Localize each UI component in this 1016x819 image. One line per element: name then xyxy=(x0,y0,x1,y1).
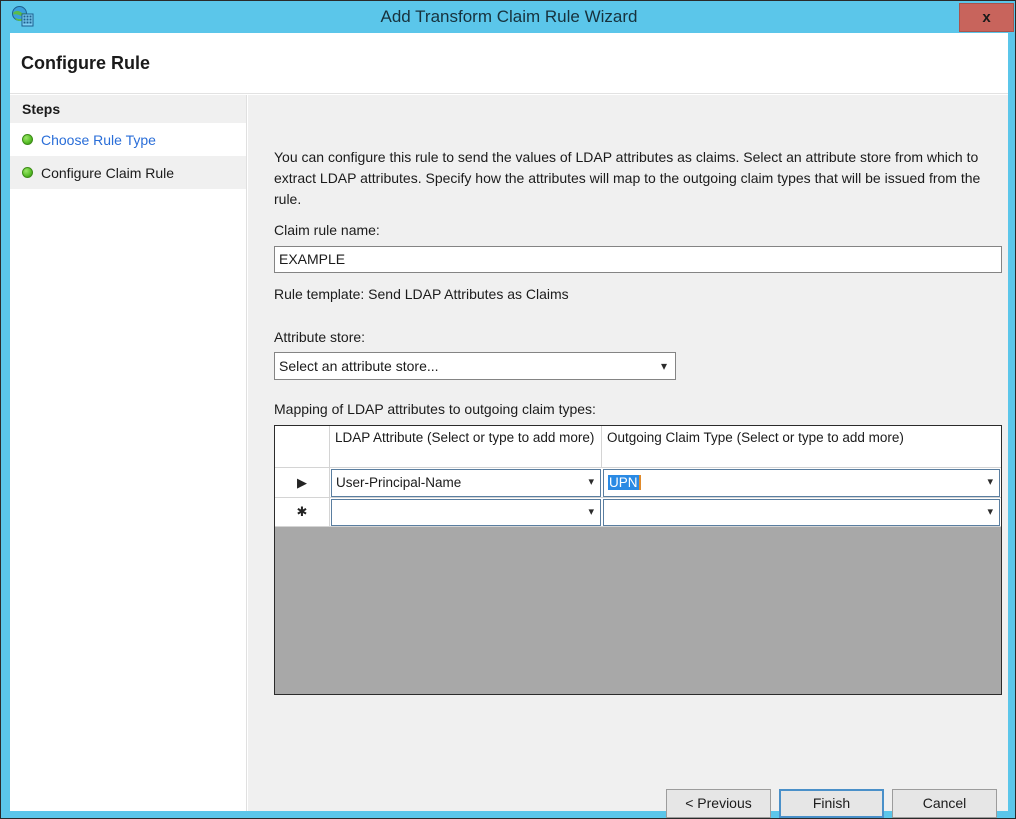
title-bar: Add Transform Claim Rule Wizard x xyxy=(1,1,1015,33)
window-title: Add Transform Claim Rule Wizard xyxy=(380,7,638,26)
outgoing-claim-type-select[interactable]: ▾ xyxy=(603,499,1000,526)
attribute-store-value: Select an attribute store... xyxy=(279,358,439,374)
main-panel: You can configure this rule to send the … xyxy=(248,95,1008,811)
grid-corner-cell xyxy=(275,426,330,468)
footer-buttons: < Previous Finish Cancel xyxy=(248,777,1008,818)
cell-ldap-attribute[interactable]: User-Principal-Name ▾ xyxy=(330,468,602,498)
claim-rule-name-label: Claim rule name: xyxy=(274,222,380,238)
table-row[interactable]: ✱ ▾ ▾ xyxy=(275,498,1001,527)
cell-outgoing-claim-type[interactable]: ▾ xyxy=(602,498,1001,527)
claim-rule-name-input[interactable]: EXAMPLE xyxy=(274,246,1002,273)
mapping-label: Mapping of LDAP attributes to outgoing c… xyxy=(274,401,596,417)
ldap-attribute-value: User-Principal-Name xyxy=(336,475,462,490)
column-header-outgoing-claim-type[interactable]: Outgoing Claim Type (Select or type to a… xyxy=(602,426,1001,468)
chevron-down-icon: ▾ xyxy=(987,476,993,488)
new-row-asterisk-icon: ✱ xyxy=(275,498,330,527)
sidebar-item-configure-claim-rule[interactable]: Configure Claim Rule xyxy=(10,156,246,189)
wizard-window: Add Transform Claim Rule Wizard x Config… xyxy=(0,0,1016,819)
cancel-button[interactable]: Cancel xyxy=(892,789,997,818)
attribute-store-label: Attribute store: xyxy=(274,329,366,345)
cell-ldap-attribute[interactable]: ▾ xyxy=(330,498,602,527)
table-row[interactable]: ▶ User-Principal-Name ▾ UPN ▾ xyxy=(275,468,1001,498)
client-area: Configure Rule Steps Choose Rule Type Co… xyxy=(10,33,1008,818)
finish-button[interactable]: Finish xyxy=(779,789,884,818)
sidebar-item-label: Configure Claim Rule xyxy=(41,164,175,181)
green-bullet-icon xyxy=(22,134,33,145)
sidebar-item-label: Choose Rule Type xyxy=(41,131,156,148)
steps-sidebar: Steps Choose Rule Type Configure Claim R… xyxy=(10,95,247,811)
cell-outgoing-claim-type[interactable]: UPN ▾ xyxy=(602,468,1001,498)
outgoing-claim-type-select[interactable]: UPN ▾ xyxy=(603,469,1000,497)
chevron-down-icon: ▾ xyxy=(588,506,594,518)
column-header-ldap-attribute[interactable]: LDAP Attribute (Select or type to add mo… xyxy=(330,426,602,468)
intro-text: You can configure this rule to send the … xyxy=(274,149,981,207)
chevron-down-icon: ▾ xyxy=(660,359,667,373)
ldap-attribute-select[interactable]: User-Principal-Name ▾ xyxy=(331,469,601,497)
current-row-arrow-icon: ▶ xyxy=(275,468,330,498)
page-title: Configure Rule xyxy=(21,53,150,73)
grid-header-row: LDAP Attribute (Select or type to add mo… xyxy=(275,426,1001,468)
close-button[interactable]: x xyxy=(959,3,1014,32)
outgoing-claim-type-value: UPN xyxy=(608,475,639,490)
steps-heading: Steps xyxy=(10,95,246,123)
ldap-attribute-select[interactable]: ▾ xyxy=(331,499,601,526)
sidebar-item-choose-rule-type[interactable]: Choose Rule Type xyxy=(10,123,246,156)
ldap-mapping-grid: LDAP Attribute (Select or type to add mo… xyxy=(274,425,1002,695)
chevron-down-icon: ▾ xyxy=(588,476,594,488)
rule-template-text: Rule template: Send LDAP Attributes as C… xyxy=(274,286,569,302)
page-header: Configure Rule xyxy=(10,33,1008,94)
previous-button[interactable]: < Previous xyxy=(666,789,771,818)
attribute-store-select[interactable]: Select an attribute store... ▾ xyxy=(274,352,676,380)
grid-empty-area xyxy=(275,527,1001,694)
green-bullet-icon xyxy=(22,167,33,178)
chevron-down-icon: ▾ xyxy=(987,506,993,518)
